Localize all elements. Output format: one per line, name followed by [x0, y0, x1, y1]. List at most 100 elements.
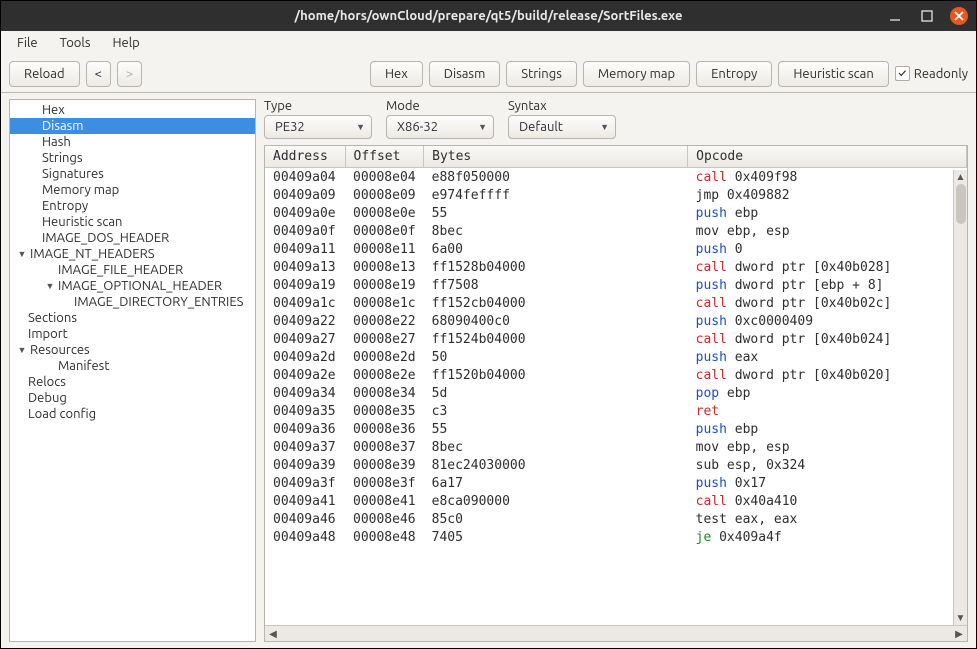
mnemonic: call: [696, 170, 727, 185]
table-row[interactable]: 00409a2200008e2268090400c0push 0xc000040…: [265, 312, 967, 330]
cell-offset: 00008e35: [345, 402, 424, 420]
col-opcode[interactable]: Opcode: [688, 146, 967, 168]
sidebar-item[interactable]: Manifest: [10, 358, 255, 374]
table-row[interactable]: 00409a0e00008e0e55push ebp: [265, 204, 967, 222]
menu-tools[interactable]: Tools: [50, 33, 101, 53]
table-row[interactable]: 00409a4800008e487405je 0x409a4f: [265, 528, 967, 546]
sidebar-item[interactable]: Import: [10, 326, 255, 342]
table-header-row: Address Offset Bytes Opcode: [265, 146, 967, 168]
cell-address: 00409a36: [265, 420, 345, 438]
view-memorymap-button[interactable]: Memory map: [583, 61, 690, 87]
col-bytes[interactable]: Bytes: [424, 146, 688, 168]
readonly-checkbox[interactable]: ✓ Readonly: [895, 66, 968, 81]
table-row[interactable]: 00409a3600008e3655push ebp: [265, 420, 967, 438]
cell-bytes: 8bec: [424, 438, 688, 456]
table-row[interactable]: 00409a2e00008e2eff1520b04000call dword p…: [265, 366, 967, 384]
table-row[interactable]: 00409a3500008e35c3ret: [265, 402, 967, 420]
scroll-left-icon[interactable]: ◀: [265, 628, 281, 640]
type-value: PE32: [275, 120, 305, 134]
sidebar-tree[interactable]: HexDisasmHashStringsSignaturesMemory map…: [9, 99, 256, 642]
tree-arrow-icon[interactable]: ▼: [16, 249, 28, 259]
sidebar-item[interactable]: Load config: [10, 406, 255, 422]
table-row[interactable]: 00409a2700008e27ff1524b04000call dword p…: [265, 330, 967, 348]
view-entropy-button[interactable]: Entropy: [696, 61, 772, 87]
table-row[interactable]: 00409a2d00008e2d50push eax: [265, 348, 967, 366]
table-row[interactable]: 00409a4100008e41e8ca090000call 0x40a410: [265, 492, 967, 510]
cell-opcode: ret: [688, 402, 967, 420]
table-row[interactable]: 00409a3900008e3981ec24030000sub esp, 0x3…: [265, 456, 967, 474]
sidebar-item[interactable]: IMAGE_DIRECTORY_ENTRIES: [10, 294, 255, 310]
sidebar-item[interactable]: Disasm: [10, 118, 255, 134]
cell-offset: 00008e22: [345, 312, 424, 330]
view-heuristic-button[interactable]: Heuristic scan: [778, 61, 888, 87]
minimize-icon[interactable]: [886, 7, 904, 25]
cell-bytes: 7405: [424, 528, 688, 546]
sidebar-item[interactable]: Sections: [10, 310, 255, 326]
sidebar-item[interactable]: Hex: [10, 102, 255, 118]
reload-button[interactable]: Reload: [9, 61, 80, 87]
syntax-dropdown[interactable]: Default ▼: [508, 115, 616, 139]
table-row[interactable]: 00409a1300008e13ff1528b04000call dword p…: [265, 258, 967, 276]
sidebar-item[interactable]: ▼IMAGE_NT_HEADERS: [10, 246, 255, 262]
menu-file[interactable]: File: [7, 33, 48, 53]
cell-offset: 00008e27: [345, 330, 424, 348]
cell-address: 00409a0e: [265, 204, 345, 222]
table-row[interactable]: 00409a0f00008e0f8becmov ebp, esp: [265, 222, 967, 240]
scroll-right-icon[interactable]: ▶: [951, 628, 967, 640]
sidebar-item[interactable]: Debug: [10, 390, 255, 406]
tree-arrow-icon[interactable]: ▼: [16, 345, 28, 355]
table-row[interactable]: 00409a1900008e19ff7508push dword ptr [eb…: [265, 276, 967, 294]
maximize-icon[interactable]: [918, 7, 936, 25]
back-button[interactable]: <: [86, 61, 111, 87]
sidebar-item[interactable]: Signatures: [10, 166, 255, 182]
sidebar-item[interactable]: Heuristic scan: [10, 214, 255, 230]
cell-opcode: test eax, eax: [688, 510, 967, 528]
sidebar-item[interactable]: IMAGE_DOS_HEADER: [10, 230, 255, 246]
col-offset[interactable]: Offset: [345, 146, 424, 168]
sidebar-item[interactable]: Hash: [10, 134, 255, 150]
sidebar-item[interactable]: ▼Resources: [10, 342, 255, 358]
cell-offset: 00008e3f: [345, 474, 424, 492]
view-hex-button[interactable]: Hex: [370, 61, 423, 87]
sidebar-item[interactable]: ▼IMAGE_OPTIONAL_HEADER: [10, 278, 255, 294]
view-disasm-button[interactable]: Disasm: [429, 61, 501, 87]
sidebar-item-label: Resources: [30, 343, 90, 357]
menu-help[interactable]: Help: [102, 33, 149, 53]
table-row[interactable]: 00409a1c00008e1cff152cb04000call dword p…: [265, 294, 967, 312]
cell-bytes: 55: [424, 420, 688, 438]
table-row[interactable]: 00409a0400008e04e88f050000call 0x409f98: [265, 168, 967, 187]
sidebar-item-label: Hex: [42, 103, 65, 117]
close-icon[interactable]: [950, 7, 968, 25]
horizontal-scrollbar[interactable]: ◀ ▶: [265, 625, 967, 641]
table-row[interactable]: 00409a3700008e378becmov ebp, esp: [265, 438, 967, 456]
table-row[interactable]: 00409a1100008e116a00push 0: [265, 240, 967, 258]
table-row[interactable]: 00409a0900008e09e974feffffjmp 0x409882: [265, 186, 967, 204]
view-strings-button[interactable]: Strings: [506, 61, 577, 87]
cell-offset: 00008e19: [345, 276, 424, 294]
table-scroll[interactable]: Address Offset Bytes Opcode 00409a040000…: [265, 146, 967, 625]
scroll-thumb[interactable]: [956, 184, 966, 224]
cell-offset: 00008e1c: [345, 294, 424, 312]
mnemonic: call: [696, 260, 727, 275]
scroll-up-icon[interactable]: ▲: [956, 170, 966, 184]
tree-arrow-icon[interactable]: ▼: [44, 281, 56, 291]
sidebar-item[interactable]: Memory map: [10, 182, 255, 198]
col-address[interactable]: Address: [265, 146, 345, 168]
sidebar-item[interactable]: Strings: [10, 150, 255, 166]
table-row[interactable]: 00409a3400008e345dpop ebp: [265, 384, 967, 402]
table-body: 00409a0400008e04e88f050000call 0x409f980…: [265, 168, 967, 547]
forward-button[interactable]: >: [117, 61, 142, 87]
chevron-down-icon: ▼: [478, 122, 487, 132]
sidebar-item[interactable]: Relocs: [10, 374, 255, 390]
sidebar-item[interactable]: Entropy: [10, 198, 255, 214]
operands: dword ptr [ebp + 8]: [727, 278, 884, 293]
vertical-scrollbar[interactable]: ▲ ▼: [953, 170, 967, 625]
scroll-down-icon[interactable]: ▼: [956, 611, 966, 625]
mode-dropdown[interactable]: X86-32 ▼: [386, 115, 494, 139]
table-row[interactable]: 00409a4600008e4685c0test eax, eax: [265, 510, 967, 528]
table-row[interactable]: 00409a3f00008e3f6a17push 0x17: [265, 474, 967, 492]
type-dropdown[interactable]: PE32 ▼: [264, 115, 372, 139]
cell-bytes: 50: [424, 348, 688, 366]
sidebar-item[interactable]: IMAGE_FILE_HEADER: [10, 262, 255, 278]
cell-opcode: push ebp: [688, 204, 967, 222]
